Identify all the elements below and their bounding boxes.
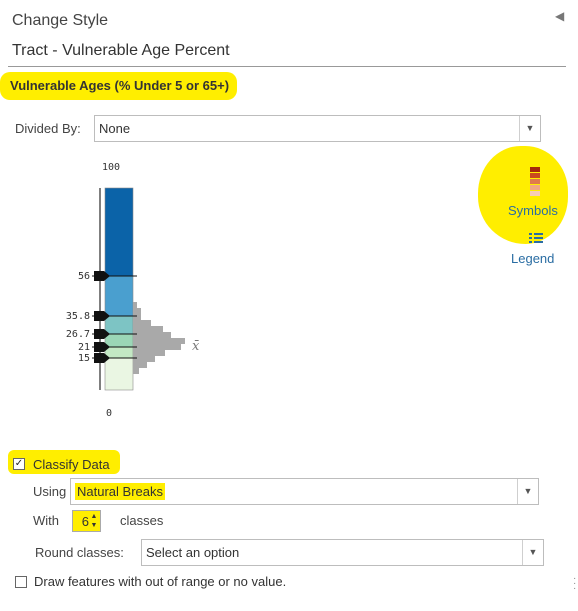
checkmark-icon: ✓ bbox=[14, 458, 24, 469]
symbols-highlight bbox=[478, 146, 568, 244]
chevron-down-icon[interactable]: ▼ bbox=[519, 116, 540, 141]
class-color-segment bbox=[104, 187, 134, 277]
panel-title: Change Style bbox=[12, 12, 109, 29]
histogram-bar bbox=[133, 320, 151, 326]
legend-list-icon[interactable] bbox=[529, 233, 543, 244]
class-color-segment bbox=[104, 275, 134, 317]
symbols-link[interactable]: Symbols bbox=[508, 203, 558, 218]
chevron-down-icon[interactable]: ▼ bbox=[517, 479, 538, 504]
increment-arrow-icon[interactable]: ▲ bbox=[89, 512, 99, 521]
class-color-segment bbox=[104, 346, 134, 359]
collapse-panel-icon[interactable]: ◀ bbox=[555, 9, 564, 23]
chevron-down-icon[interactable]: ▼ bbox=[522, 540, 543, 565]
break-value-label: 35.8 bbox=[66, 311, 90, 322]
classification-method-value: Natural Breaks bbox=[75, 483, 165, 500]
histogram-bar bbox=[133, 362, 147, 368]
change-style-panel: ◀ Change Style Tract - Vulnerable Age Pe… bbox=[0, 0, 578, 611]
round-classes-select[interactable]: Select an option ▼ bbox=[141, 539, 544, 566]
with-label: With bbox=[33, 513, 59, 528]
ramp-swatch bbox=[530, 173, 540, 178]
histogram-bar bbox=[133, 350, 165, 356]
out-of-range-checkbox[interactable] bbox=[15, 576, 27, 588]
header-divider bbox=[8, 66, 566, 67]
histogram-bar bbox=[133, 332, 171, 338]
min-value-label: 0 bbox=[106, 408, 112, 419]
ramp-swatch bbox=[530, 191, 540, 196]
color-ramp-icon[interactable] bbox=[530, 167, 540, 196]
ramp-swatch bbox=[530, 185, 540, 190]
round-classes-value: Select an option bbox=[146, 545, 240, 560]
classification-slider: 100 0 56 35.8 26.7 2115 x̄ bbox=[66, 162, 200, 419]
ramp-swatch bbox=[530, 179, 540, 184]
classify-data-label: Classify Data bbox=[33, 457, 110, 472]
class-color-segment bbox=[104, 315, 134, 335]
classify-data-checkbox[interactable]: ✓ bbox=[13, 458, 25, 470]
histogram-bar bbox=[133, 356, 155, 362]
legend-link[interactable]: Legend bbox=[511, 251, 554, 266]
num-classes-stepper[interactable]: 6 ▲ ▼ bbox=[72, 510, 101, 532]
break-value-label: 26.7 bbox=[66, 329, 90, 340]
scroll-grip-icon[interactable]: · · · bbox=[573, 574, 576, 594]
layer-name: Tract - Vulnerable Age Percent bbox=[12, 42, 230, 59]
histogram-bar bbox=[133, 368, 139, 374]
class-color-segment bbox=[104, 333, 134, 348]
round-classes-label: Round classes: bbox=[35, 545, 124, 560]
divided-by-label: Divided By: bbox=[15, 121, 81, 136]
divided-by-select[interactable]: None ▼ bbox=[94, 115, 541, 142]
histogram-bar bbox=[133, 308, 141, 314]
histogram-bar bbox=[133, 344, 181, 350]
ramp-swatch bbox=[530, 167, 540, 172]
classes-label: classes bbox=[120, 513, 164, 528]
class-color-bar bbox=[104, 187, 134, 391]
break-value-label: 56 bbox=[78, 271, 90, 282]
histogram-bar bbox=[133, 314, 141, 320]
max-value-label: 100 bbox=[102, 162, 120, 173]
histogram-bar bbox=[133, 302, 137, 308]
out-of-range-label: Draw features with out of range or no va… bbox=[34, 574, 287, 589]
field-title: Vulnerable Ages (% Under 5 or 65+) bbox=[0, 72, 238, 100]
break-value-label: 15 bbox=[78, 353, 90, 364]
using-label: Using bbox=[33, 484, 67, 499]
histogram-bar bbox=[133, 326, 163, 332]
class-color-segment bbox=[104, 357, 134, 391]
divided-by-value: None bbox=[99, 121, 131, 136]
num-classes-value: 6 bbox=[81, 514, 89, 529]
classification-method-select[interactable]: Natural Breaks ▼ bbox=[70, 478, 539, 505]
break-value-label: 21 bbox=[78, 342, 90, 353]
histogram-bar bbox=[133, 338, 185, 344]
decrement-arrow-icon[interactable]: ▼ bbox=[89, 521, 99, 530]
data-histogram bbox=[133, 302, 185, 374]
mean-symbol: x̄ bbox=[192, 339, 200, 354]
